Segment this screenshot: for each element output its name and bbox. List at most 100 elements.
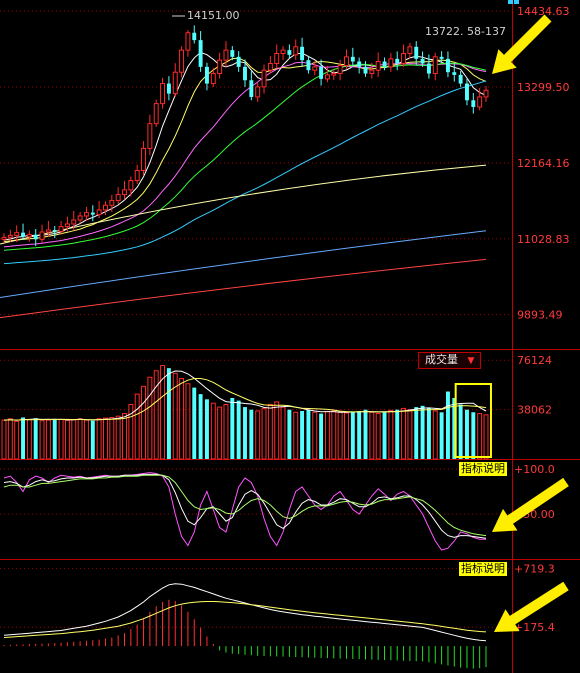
volume-bar-down <box>414 407 419 459</box>
price-tick-label: 13299.50 <box>517 81 570 94</box>
volume-bar-up <box>147 376 153 460</box>
candle-body-up <box>39 231 45 240</box>
volume-bar-up <box>223 404 229 460</box>
volume-bar-down <box>363 409 368 459</box>
volume-bar-up <box>179 378 185 460</box>
volume-bar-up <box>401 407 407 460</box>
macd-grid <box>0 568 512 628</box>
candle-body-up <box>223 49 229 61</box>
candle-body-up <box>103 204 108 211</box>
ma500-line <box>0 258 487 319</box>
volume-bar-down <box>243 407 247 459</box>
ma20-line <box>3 61 487 248</box>
volume-bar-down <box>21 417 25 459</box>
candle-body-down <box>52 229 57 232</box>
candle-body-down <box>452 72 457 75</box>
kdj-lines <box>3 472 487 551</box>
candle-body-down <box>471 100 476 107</box>
candle-body-down <box>414 46 419 59</box>
volume-bar-down <box>166 368 171 459</box>
candle-body-down <box>249 80 254 97</box>
candle-body-down <box>458 74 463 84</box>
volume-bar-down <box>420 405 425 459</box>
volume-bar-down <box>350 412 355 459</box>
volume-bar-up <box>141 385 146 460</box>
candle-body-down <box>300 46 305 61</box>
candle-body-up <box>122 189 127 196</box>
candle-body-up <box>401 52 407 65</box>
volume-tick-label: 38062 <box>517 404 552 417</box>
arrow-shape <box>492 14 552 74</box>
candle-body-down <box>350 56 355 62</box>
kdj-series-line <box>3 473 487 539</box>
volume-bar-up <box>337 411 343 460</box>
candle-body-up <box>153 103 159 125</box>
yellow-arrow-icon <box>492 14 552 74</box>
candle-body-up <box>217 59 223 75</box>
candle-body-down <box>420 58 425 64</box>
volume-bar-down <box>439 412 444 459</box>
price-tick-label: 12164.16 <box>517 157 570 170</box>
candle-body-down <box>198 40 203 67</box>
candle-body-down <box>243 66 247 81</box>
volume-bar-up <box>312 411 318 460</box>
volume-bar-up <box>432 410 438 460</box>
candle-body-up <box>312 66 318 71</box>
volume-bar-up <box>14 420 20 460</box>
price-tick-label: 9893.49 <box>517 309 563 322</box>
price-candles <box>1 25 489 247</box>
candle-body-up <box>128 180 134 191</box>
candle-body-up <box>388 58 394 68</box>
candle-body-down <box>382 61 387 67</box>
candle-body-down <box>395 58 400 64</box>
price-axis: 14434.6313299.5012164.1611028.839893.49 <box>517 5 570 322</box>
volume-bar-up <box>7 418 13 460</box>
volume-bar-down <box>198 394 203 459</box>
volume-bar-up <box>185 383 191 460</box>
candle-body-down <box>426 63 431 74</box>
candle-body-down <box>306 60 311 71</box>
candle-body-down <box>319 66 324 79</box>
candle-body-down <box>445 58 450 73</box>
volume-bar-down <box>236 400 241 459</box>
candle-body-up <box>477 96 483 108</box>
candle-body-up <box>1 236 7 240</box>
volume-bar-up <box>103 417 108 460</box>
arrow-shape <box>492 477 569 532</box>
candle-body-up <box>267 63 273 71</box>
volume-bar-up <box>261 407 267 460</box>
candle-body-down <box>357 61 362 67</box>
price-tick-label: 11028.83 <box>517 233 570 246</box>
candle-body-up <box>141 147 146 171</box>
candle-body-up <box>179 49 185 73</box>
candle-body-down <box>363 66 368 74</box>
volume-bar-up <box>255 410 261 460</box>
candle-body-up <box>369 69 375 75</box>
candle-body-up <box>147 123 153 149</box>
kdj-indicator-help[interactable]: 指标说明 <box>459 462 507 476</box>
volume-bar-up <box>344 412 349 460</box>
volume-indicator-selector[interactable]: 成交量 ▼ <box>418 352 482 369</box>
candle-body-up <box>14 232 20 236</box>
volume-bar-up <box>477 413 483 460</box>
candle-body-down <box>236 56 241 67</box>
candle-body-up <box>261 69 267 88</box>
volume-bar-up <box>388 409 394 460</box>
macd-tick-label: +175.4 <box>514 621 555 634</box>
volume-bar-down <box>90 420 95 459</box>
macd-indicator-help[interactable]: 指标说明 <box>459 562 507 576</box>
candle-body-up <box>210 73 216 85</box>
volume-bar-up <box>274 401 280 460</box>
volume-bar-up <box>375 413 381 460</box>
corner-marker <box>514 0 519 4</box>
volume-bar-down <box>357 410 362 459</box>
volume-bar-up <box>77 418 83 460</box>
annotations <box>172 0 569 632</box>
volume-bar-up <box>39 420 45 460</box>
volume-bar-up <box>331 410 337 460</box>
candle-body-up <box>7 234 13 238</box>
volume-bar-down <box>230 398 235 459</box>
ma250-line <box>0 230 487 298</box>
volume-bar-up <box>45 419 51 460</box>
candle-body-up <box>134 169 140 182</box>
